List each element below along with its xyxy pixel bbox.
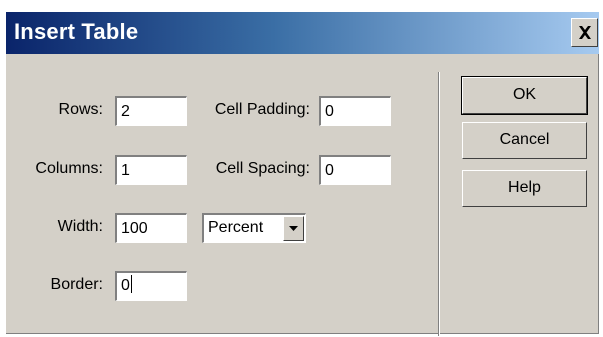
help-button[interactable]: Help — [462, 170, 587, 207]
columns-input[interactable] — [115, 155, 187, 185]
width-unit-dropdown-button[interactable] — [283, 216, 304, 241]
rows-input[interactable] — [115, 96, 187, 126]
dialog-title: Insert Table — [14, 19, 139, 44]
cell-padding-input[interactable] — [319, 96, 391, 126]
ok-button[interactable]: OK — [461, 76, 588, 115]
border-input-value: 0 — [121, 277, 130, 294]
width-label: Width: — [57, 218, 103, 235]
cell-spacing-label: Cell Spacing: — [215, 160, 310, 177]
cell-spacing-input[interactable] — [319, 155, 391, 185]
cell-padding-label: Cell Padding: — [214, 101, 310, 118]
title-bar[interactable]: Insert Table — [6, 12, 599, 54]
width-unit-value: Percent — [208, 219, 264, 236]
close-icon — [579, 26, 591, 39]
cancel-button[interactable]: Cancel — [462, 122, 587, 159]
width-input[interactable] — [115, 213, 187, 243]
chevron-down-icon — [289, 226, 298, 231]
text-caret — [130, 275, 132, 293]
insert-table-dialog: Insert Table Rows: Columns: Width: Perce… — [6, 12, 599, 336]
columns-label: Columns: — [35, 160, 103, 177]
border-input[interactable]: 0 — [115, 271, 187, 301]
close-button[interactable] — [571, 18, 598, 47]
border-label: Border: — [50, 276, 103, 293]
rows-label: Rows: — [58, 101, 103, 118]
vertical-separator — [438, 72, 440, 336]
width-unit-select[interactable]: Percent — [202, 213, 306, 243]
